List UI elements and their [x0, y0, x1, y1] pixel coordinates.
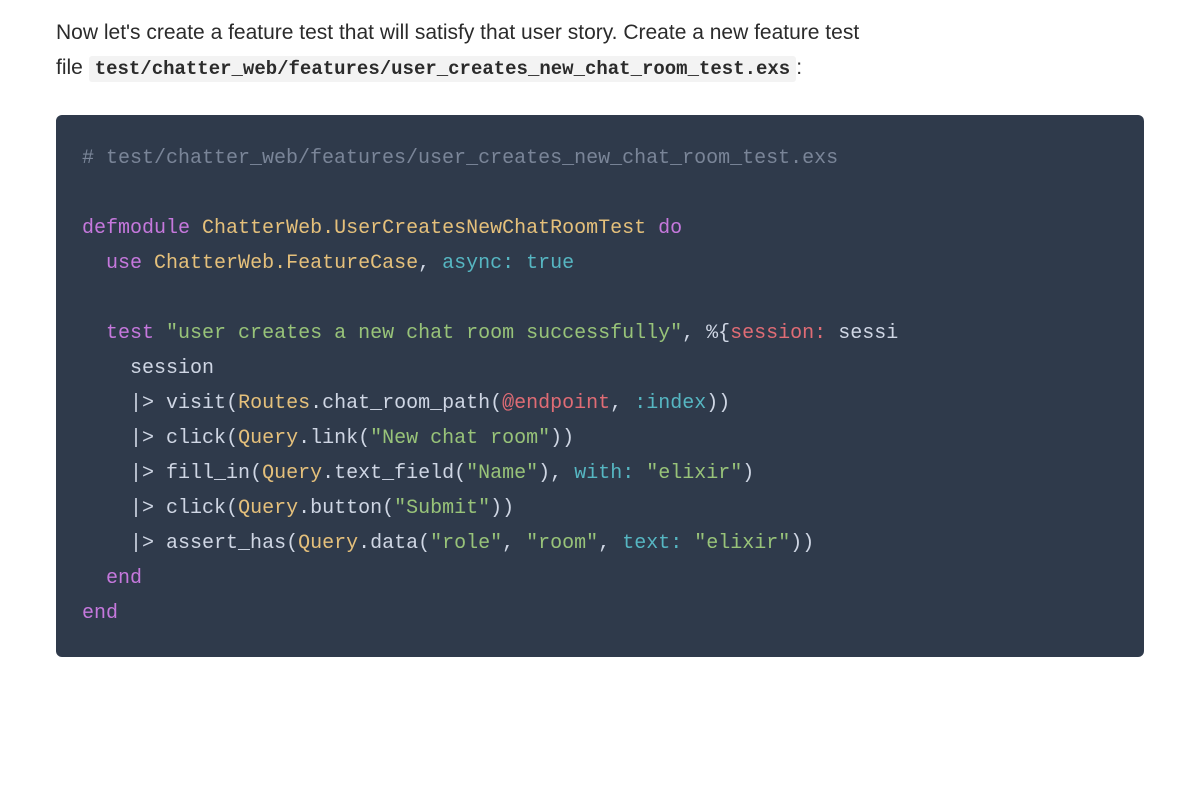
pipe-1: |>	[130, 392, 154, 415]
async-key: async:	[442, 252, 514, 275]
session-line: session	[130, 357, 214, 380]
pipe-2: |>	[130, 427, 154, 450]
click-fn-1: click	[166, 427, 226, 450]
true-val: true	[526, 252, 574, 275]
role-str: "role"	[430, 532, 502, 555]
inline-code-path: test/chatter_web/features/user_creates_n…	[89, 56, 797, 82]
pipe-3: |>	[130, 462, 154, 485]
code-comment: # test/chatter_web/features/user_creates…	[82, 147, 838, 170]
code-pre: # test/chatter_web/features/user_creates…	[82, 141, 1144, 631]
index-atom: :index	[634, 392, 706, 415]
with-key: with:	[574, 462, 634, 485]
test-name: "user creates a new chat room successful…	[166, 322, 682, 345]
intro-paragraph: Now let's create a feature test that wil…	[56, 16, 1144, 85]
pipe-4: |>	[130, 497, 154, 520]
session-var: sessi	[838, 322, 898, 345]
kw-end-2: end	[82, 602, 118, 625]
pipe-5: |>	[130, 532, 154, 555]
prose-line-1: Now let's create a feature test that wil…	[56, 21, 859, 44]
kw-defmodule: defmodule	[82, 217, 190, 240]
routes-mod: Routes	[238, 392, 310, 415]
text-key: text:	[622, 532, 682, 555]
prose-line-2-suffix: :	[796, 56, 802, 79]
visit-fn: visit	[166, 392, 226, 415]
click-fn-2: click	[166, 497, 226, 520]
at-endpoint: @endpoint	[502, 392, 610, 415]
kw-do: do	[658, 217, 682, 240]
kw-test: test	[106, 322, 154, 345]
room-str: "room"	[526, 532, 598, 555]
kw-use: use	[106, 252, 142, 275]
assert-has-fn: assert_has	[166, 532, 286, 555]
feature-case: ChatterWeb.FeatureCase	[154, 252, 418, 275]
code-block: # test/chatter_web/features/user_creates…	[56, 115, 1144, 657]
module-name: ChatterWeb.UserCreatesNewChatRoomTest	[202, 217, 646, 240]
new-chat-room-str: "New chat room"	[370, 427, 550, 450]
prose-line-2-prefix: file	[56, 56, 89, 79]
elixir-str-1: "elixir"	[646, 462, 742, 485]
elixir-str-2: "elixir"	[694, 532, 790, 555]
submit-str: "Submit"	[394, 497, 490, 520]
kw-end-1: end	[106, 567, 142, 590]
article-content: Now let's create a feature test that wil…	[0, 16, 1200, 697]
name-str: "Name"	[466, 462, 538, 485]
session-key: session:	[730, 322, 826, 345]
fill-in-fn: fill_in	[166, 462, 250, 485]
